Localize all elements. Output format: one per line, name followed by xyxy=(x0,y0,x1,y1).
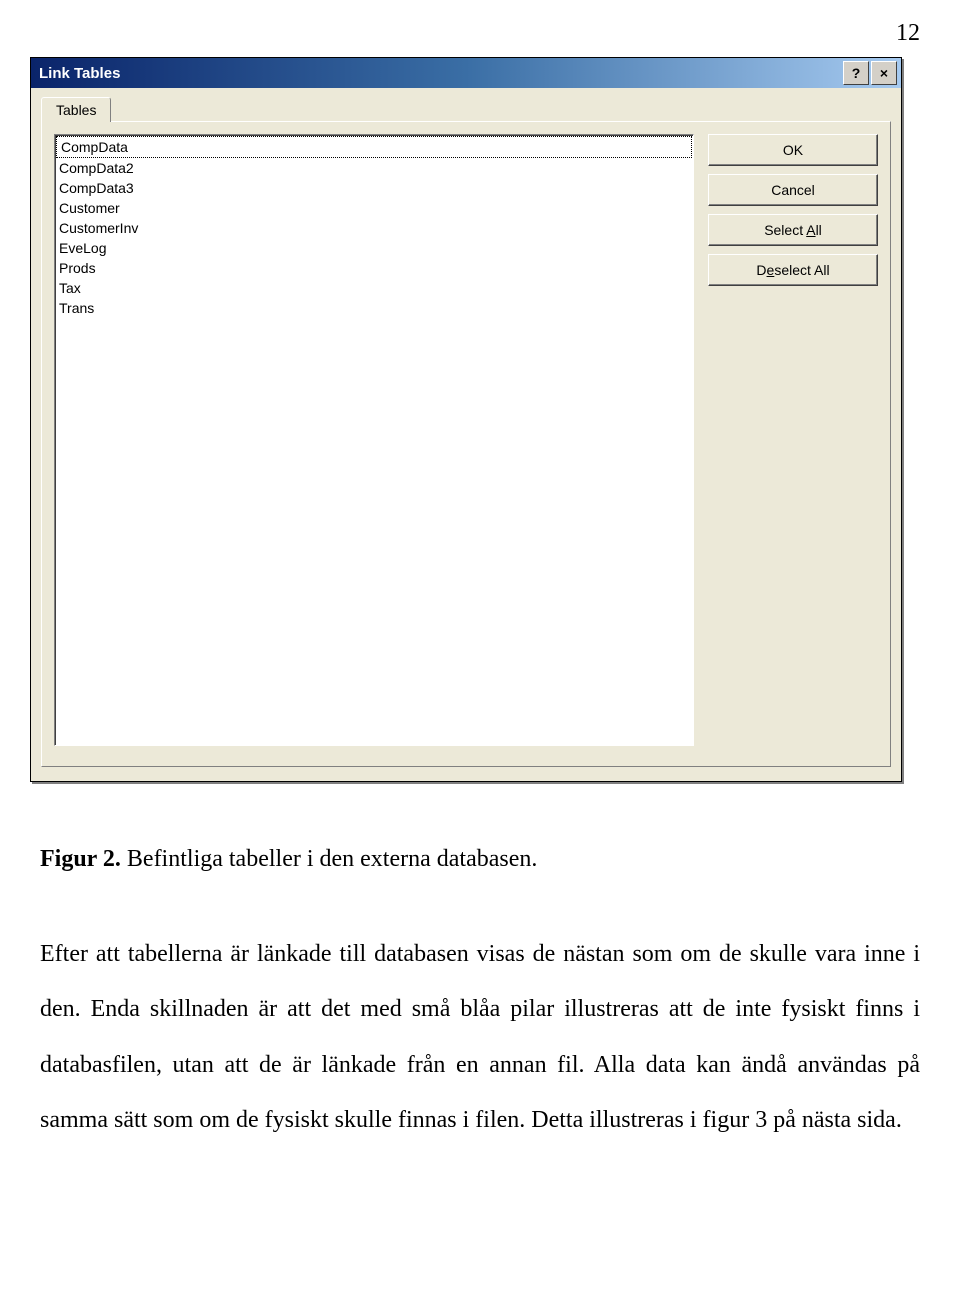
dialog-body: Tables CompData CompData2 CompData3 Cust… xyxy=(31,88,901,781)
document-text: Figur 2. Befintliga tabeller i den exter… xyxy=(0,782,960,1148)
list-item[interactable]: Prods xyxy=(55,258,693,278)
dialog-screenshot: Link Tables ? × Tables CompData CompData… xyxy=(0,57,960,782)
cancel-button[interactable]: Cancel xyxy=(708,174,878,206)
help-button[interactable]: ? xyxy=(843,61,869,85)
figure-caption-text: Befintliga tabeller i den externa databa… xyxy=(121,846,537,872)
dialog-title: Link Tables xyxy=(39,65,120,82)
list-item[interactable]: Trans xyxy=(55,298,693,318)
titlebar: Link Tables ? × xyxy=(31,58,901,88)
list-item[interactable]: EveLog xyxy=(55,238,693,258)
link-tables-dialog: Link Tables ? × Tables CompData CompData… xyxy=(30,57,902,782)
figure-label: Figur 2. xyxy=(40,846,121,872)
body-paragraph: Efter att tabellerna är länkade till dat… xyxy=(40,927,920,1148)
tables-listbox[interactable]: CompData CompData2 CompData3 Customer Cu… xyxy=(54,134,694,746)
list-item[interactable]: CompData2 xyxy=(55,158,693,178)
tab-strip: Tables xyxy=(41,96,891,121)
figure-caption: Figur 2. Befintliga tabeller i den exter… xyxy=(40,832,920,887)
list-item[interactable]: Customer xyxy=(55,198,693,218)
list-item[interactable]: CompData xyxy=(56,136,692,158)
ok-button[interactable]: OK xyxy=(708,134,878,166)
close-button[interactable]: × xyxy=(871,61,897,85)
page-number: 12 xyxy=(0,0,960,57)
deselect-all-label: Deselect All xyxy=(756,262,829,278)
select-all-label: Select All xyxy=(764,222,822,238)
deselect-all-button[interactable]: Deselect All xyxy=(708,254,878,286)
dialog-button-column: OK Cancel Select All Deselect All xyxy=(708,134,878,754)
titlebar-buttons: ? × xyxy=(843,61,897,85)
list-item[interactable]: CompData3 xyxy=(55,178,693,198)
select-all-button[interactable]: Select All xyxy=(708,214,878,246)
tab-panel: CompData CompData2 CompData3 Customer Cu… xyxy=(41,121,891,767)
list-item[interactable]: CustomerInv xyxy=(55,218,693,238)
list-item[interactable]: Tax xyxy=(55,278,693,298)
tab-tables[interactable]: Tables xyxy=(41,97,111,122)
